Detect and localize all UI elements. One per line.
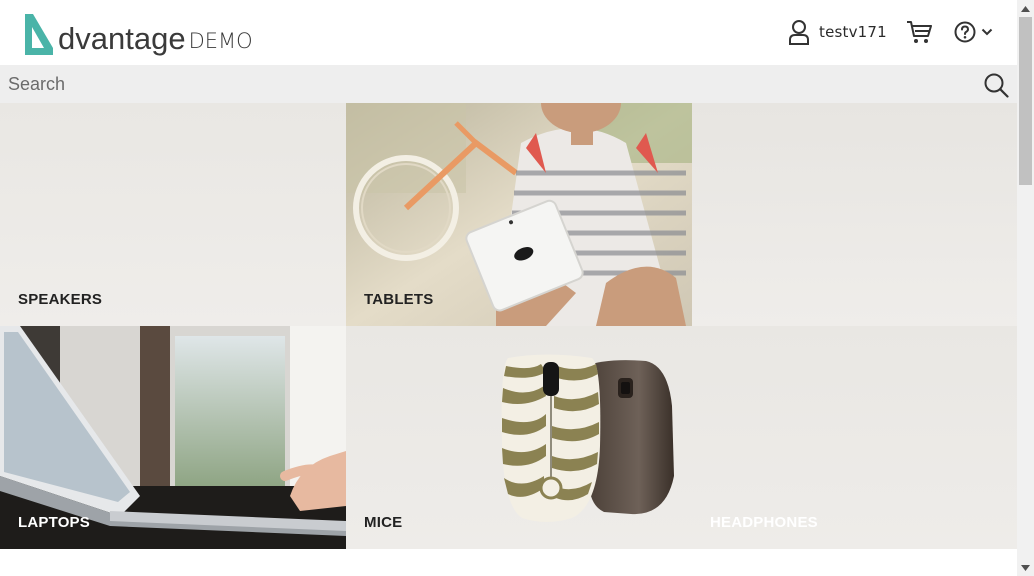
- category-tile-laptops[interactable]: LAPTOPS: [0, 326, 346, 549]
- category-label-laptops: LAPTOPS: [18, 514, 90, 531]
- category-label-mice: MICE: [364, 514, 403, 531]
- category-tile-tablets[interactable]: TABLETS: [346, 103, 692, 326]
- logo-sub-text: DEMO: [188, 29, 253, 53]
- mice-photo: [501, 354, 674, 522]
- category-tile-speakers[interactable]: SPEAKERS: [0, 103, 346, 326]
- category-label-tablets: TABLETS: [364, 291, 434, 308]
- header-bar: dvantage DEMO testv171: [0, 0, 1017, 65]
- search-input[interactable]: [0, 65, 960, 103]
- category-label-headphones[interactable]: HEADPHONES: [710, 514, 818, 531]
- user-icon: [789, 20, 809, 45]
- chevron-down-icon: [981, 28, 993, 36]
- username-label: testv171: [819, 23, 887, 41]
- category-label-speakers: SPEAKERS: [18, 291, 103, 308]
- category-tile-blank: [692, 103, 1017, 326]
- scroll-up-arrow-icon[interactable]: [1017, 0, 1034, 17]
- logo-main-text: dvantage: [58, 21, 186, 56]
- scrollbar-thumb[interactable]: [1019, 17, 1032, 185]
- vertical-scrollbar[interactable]: [1017, 0, 1034, 576]
- scroll-down-arrow-icon[interactable]: [1017, 559, 1034, 576]
- help-menu[interactable]: [954, 21, 993, 43]
- user-menu[interactable]: testv171: [788, 19, 887, 45]
- advantage-logo[interactable]: dvantage DEMO: [22, 10, 253, 56]
- logo-mark-icon: [25, 14, 53, 55]
- search-icon[interactable]: [983, 72, 1009, 98]
- category-tile-mice[interactable]: MICE HEADPHONES: [346, 326, 1017, 549]
- search-bar: [0, 65, 1017, 103]
- help-icon: [954, 21, 976, 43]
- cart-icon[interactable]: [906, 20, 932, 44]
